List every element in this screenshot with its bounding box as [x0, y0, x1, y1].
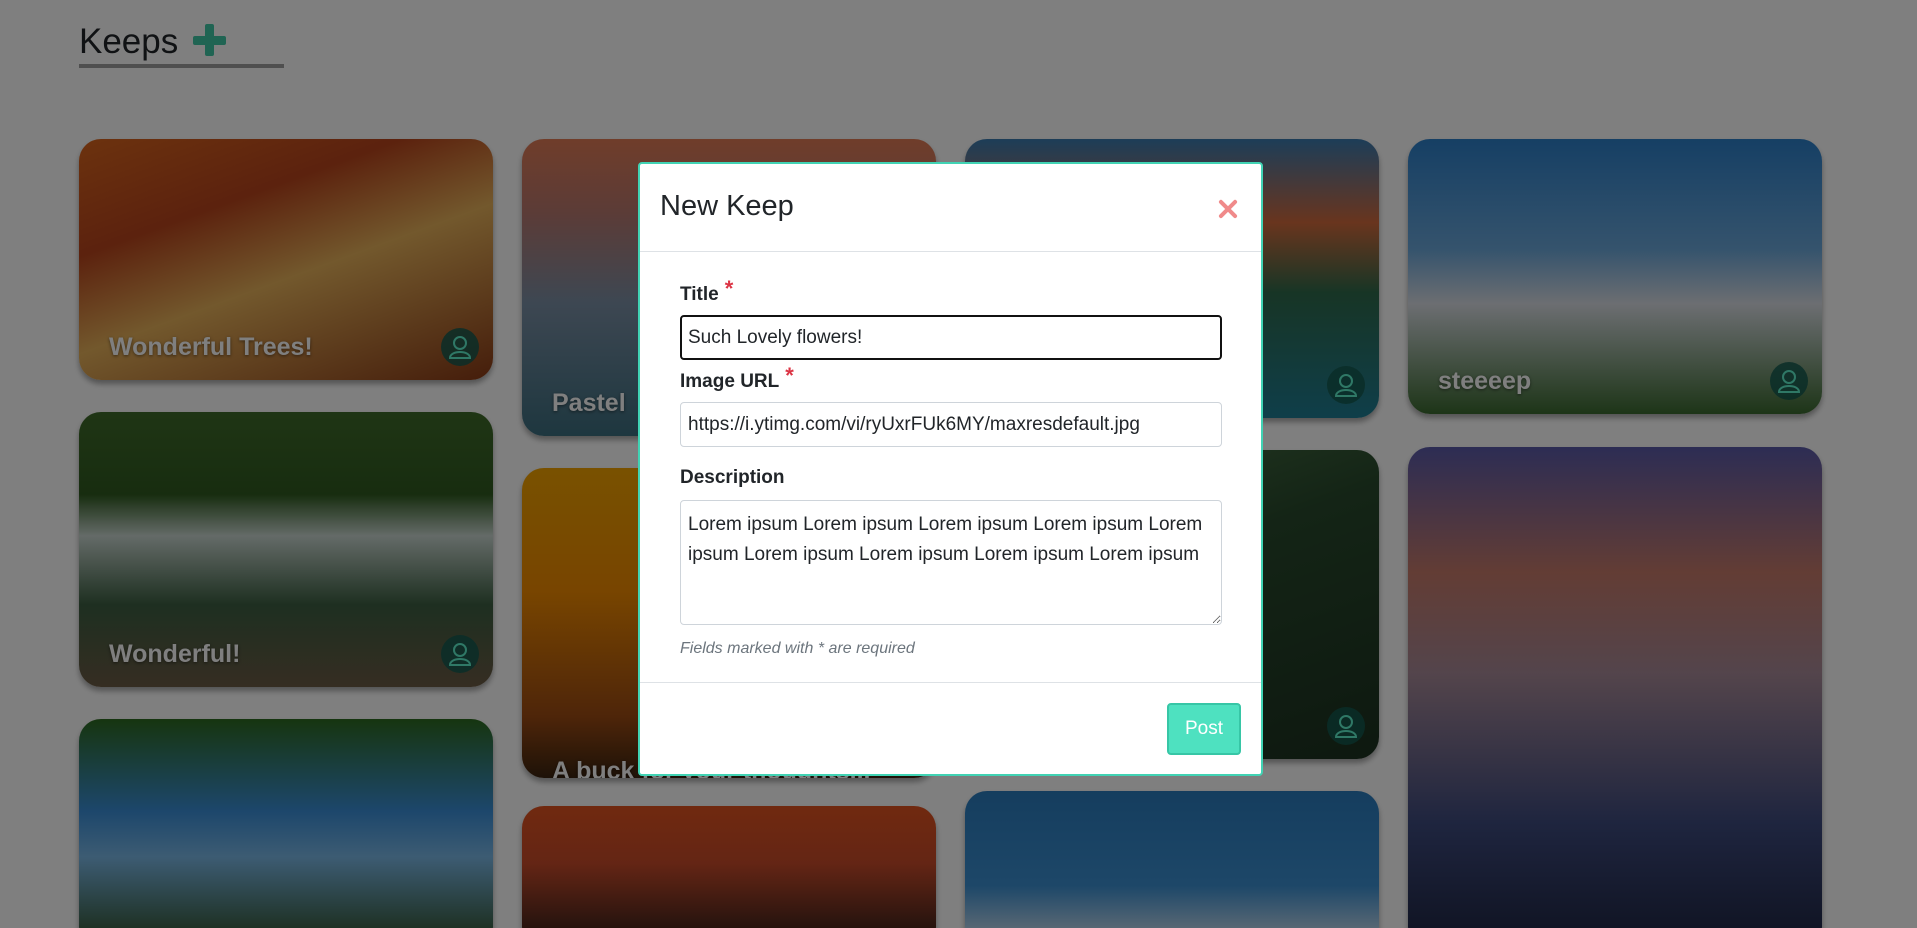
modal-footer [640, 682, 1261, 683]
required-hint: Fields marked with * are required [680, 640, 915, 657]
modal-header: New Keep [640, 164, 1261, 252]
description-label: Description [680, 467, 785, 488]
title-label: Title * [680, 276, 733, 306]
title-input[interactable] [680, 315, 1222, 360]
image-url-label-text: Image URL [680, 371, 780, 392]
image-url-label: Image URL * [680, 363, 794, 393]
post-button[interactable]: Post [1167, 703, 1241, 755]
new-keep-modal: New Keep Title* Image URL* Description L… [638, 162, 1263, 776]
title-label-text: Title [680, 284, 719, 305]
required-star: * [724, 276, 734, 301]
image-url-input[interactable] [680, 402, 1222, 447]
required-star: * [785, 363, 794, 388]
close-icon[interactable] [1213, 194, 1243, 224]
description-textarea[interactable]: Lorem ipsum Lorem ipsum Lorem ipsum Lore… [680, 500, 1222, 625]
modal-title: New Keep [660, 190, 794, 222]
